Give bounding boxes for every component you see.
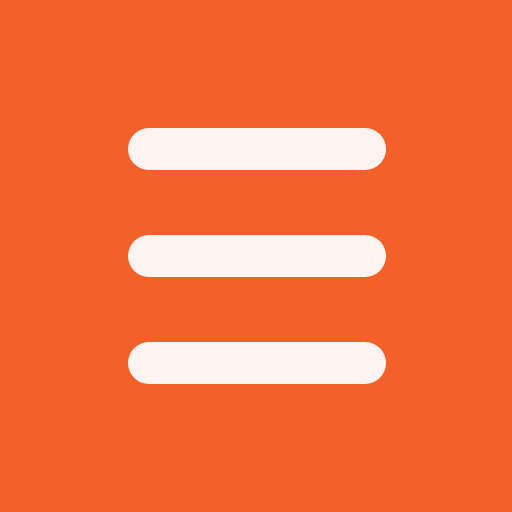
menu-bar-middle [128, 235, 386, 277]
menu-bar-bottom [128, 342, 386, 384]
hamburger-menu-icon[interactable] [128, 128, 386, 386]
app-icon-tile [0, 0, 512, 512]
menu-bar-top [128, 128, 386, 170]
